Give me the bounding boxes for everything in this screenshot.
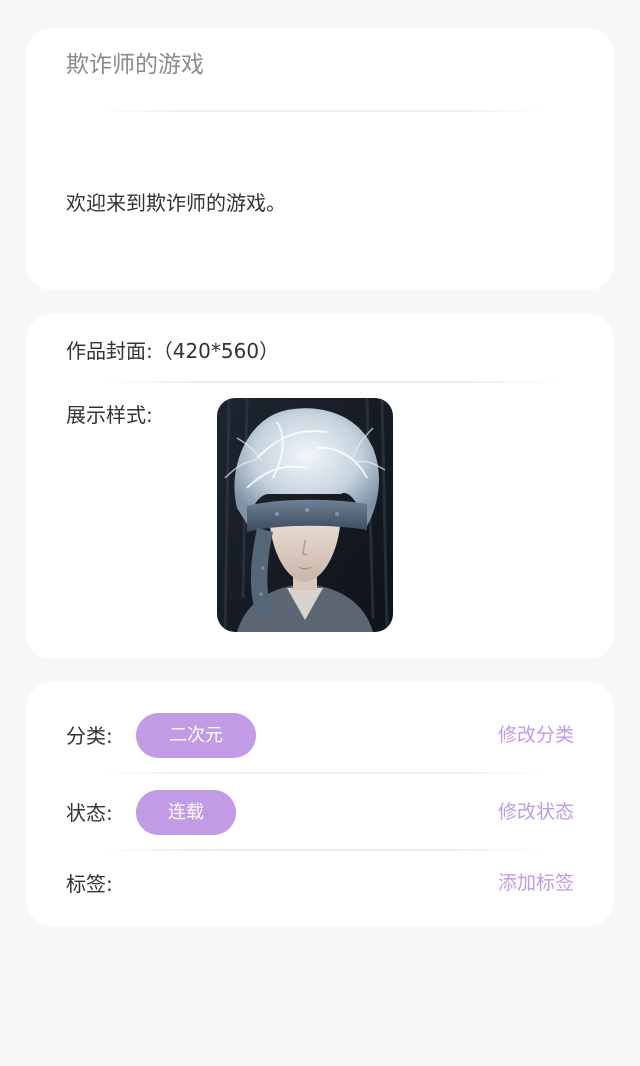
intro-card: 欺诈师的游戏 欢迎来到欺诈师的游戏。	[26, 28, 614, 290]
edit-category-link[interactable]: 修改分类	[498, 720, 574, 750]
display-style-label: 展示样式:	[66, 403, 153, 427]
work-title: 欺诈师的游戏	[66, 52, 204, 78]
cover-illustration	[217, 398, 393, 632]
status-chip[interactable]: 连载	[136, 790, 236, 835]
tags-label: 标签:	[66, 872, 113, 896]
add-tag-link[interactable]: 添加标签	[498, 868, 574, 898]
work-description: 欢迎来到欺诈师的游戏。	[66, 191, 286, 215]
divider	[96, 849, 546, 851]
divider	[96, 772, 546, 774]
cover-image[interactable]	[217, 398, 393, 632]
cover-card: 作品封面:（420*560） 展示样式:	[26, 314, 614, 659]
divider	[96, 110, 546, 112]
cover-size-label: 作品封面:（420*560）	[66, 339, 280, 363]
divider	[96, 381, 566, 383]
category-chip[interactable]: 二次元	[136, 713, 256, 758]
meta-card: 分类: 二次元 修改分类 状态: 连载 修改状态 标签: 添加标签	[26, 682, 614, 926]
status-label: 状态:	[66, 801, 113, 825]
category-label: 分类:	[66, 724, 113, 748]
edit-status-link[interactable]: 修改状态	[498, 797, 574, 827]
